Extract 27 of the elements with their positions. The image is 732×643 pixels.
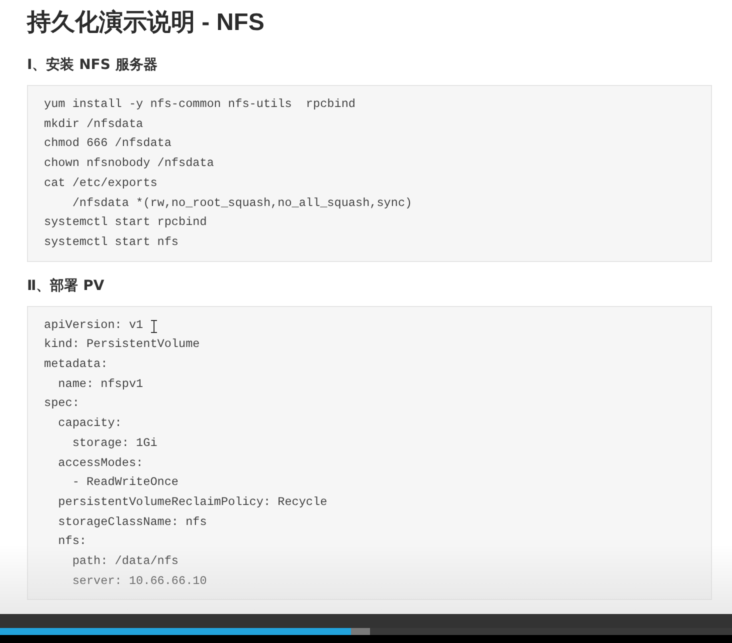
section-heading: Ⅰ、安装 NFS 服务器 bbox=[27, 56, 158, 75]
progress-bar[interactable] bbox=[0, 628, 732, 635]
code-line: storageClassName: nfs bbox=[57, 514, 207, 531]
code-line: metadata: bbox=[44, 356, 108, 374]
code-line: kind: PersistentVolume bbox=[44, 336, 200, 354]
page-title: 持久化演示说明 - NFS bbox=[27, 8, 266, 38]
code-line: server: 10.66.66.10 bbox=[71, 572, 207, 590]
code-line: /nfsdata *(rw,no_root_squash,no_all_squash,sync) bbox=[71, 194, 412, 212]
code-line: nfs: bbox=[57, 533, 86, 550]
code-line: apiVersion: v1 bbox=[44, 316, 144, 334]
code-line: cat /etc/exports bbox=[44, 174, 158, 192]
code-line: yum install -y nfs-common nfs-utils rpcbind bbox=[44, 96, 356, 113]
code-line: systemctl start rpcbind bbox=[44, 214, 207, 232]
code-line: systemctl start nfs bbox=[44, 234, 179, 251]
code-line: chown nfsnobody /nfsdata bbox=[44, 155, 214, 172]
code-line: accessModes: bbox=[57, 454, 144, 472]
code-line: storage: 1Gi bbox=[71, 434, 158, 452]
code-line: spec: bbox=[44, 395, 80, 412]
text-cursor-icon bbox=[151, 320, 158, 333]
code-line: capacity: bbox=[57, 415, 122, 432]
code-line: persistentVolumeReclaimPolicy: Recycle bbox=[57, 494, 328, 511]
code-line: - ReadWriteOnce bbox=[71, 474, 179, 492]
code-line: name: nfspv1 bbox=[57, 376, 144, 393]
code-line: path: /data/nfs bbox=[71, 553, 179, 570]
code-line: mkdir /nfsdata bbox=[44, 116, 144, 133]
section-heading: Ⅱ、部署 PV bbox=[27, 276, 106, 296]
code-line: chmod 666 /nfsdata bbox=[44, 135, 172, 152]
